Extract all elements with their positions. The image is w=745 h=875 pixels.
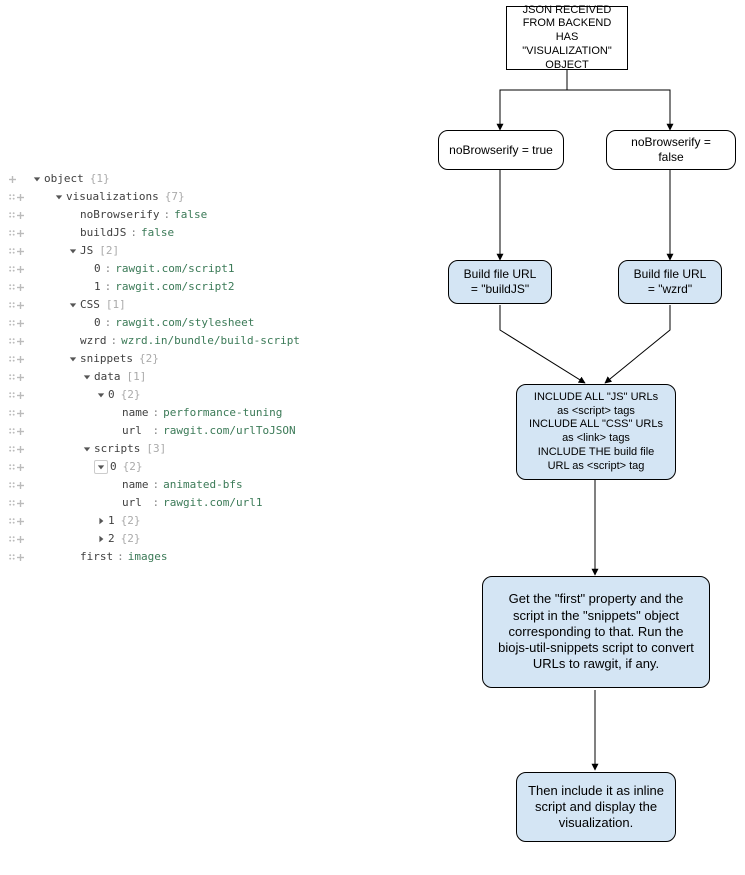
flow-first-box: Get the "first" property and the script … bbox=[482, 576, 710, 688]
flow-text: Build file URL = "wzrd" bbox=[629, 267, 711, 297]
flow-start-box: JSON RECEIVED FROM BACKEND HAS "VISUALIZ… bbox=[506, 6, 628, 70]
flow-include-box: INCLUDE ALL "JS" URLs as <script> tags I… bbox=[516, 384, 676, 480]
flow-text: Build file URL = "buildJS" bbox=[459, 267, 541, 297]
flow-text: Then include it as inline script and dis… bbox=[527, 783, 665, 832]
flow-build-false: Build file URL = "wzrd" bbox=[618, 260, 722, 304]
flow-text: noBrowserify = false bbox=[617, 135, 725, 165]
flow-text: noBrowserify = true bbox=[449, 143, 553, 158]
flow-text: JSON RECEIVED FROM BACKEND HAS "VISUALIZ… bbox=[515, 4, 619, 73]
flow-build-true: Build file URL = "buildJS" bbox=[448, 260, 552, 304]
flow-final-box: Then include it as inline script and dis… bbox=[516, 772, 676, 842]
flow-text: INCLUDE ALL "JS" URLs as <script> tags I… bbox=[527, 391, 665, 474]
flow-text: Get the "first" property and the script … bbox=[493, 591, 699, 672]
flow-branch-false: noBrowserify = false bbox=[606, 130, 736, 170]
flow-branch-true: noBrowserify = true bbox=[438, 130, 564, 170]
